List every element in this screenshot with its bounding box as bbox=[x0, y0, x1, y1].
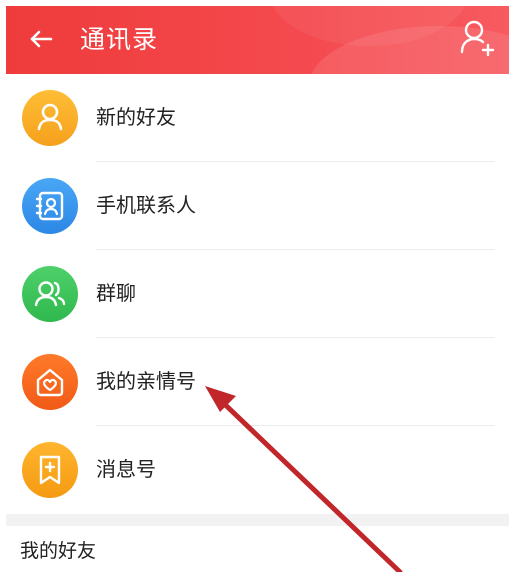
list-item-label: 消息号 bbox=[96, 457, 156, 481]
group-icon bbox=[34, 281, 66, 307]
phone-contacts-avatar bbox=[22, 178, 78, 234]
list-item-phone-contacts[interactable]: 手机联系人 bbox=[6, 162, 509, 250]
family-numbers-avatar bbox=[22, 354, 78, 410]
back-arrow-icon bbox=[30, 30, 53, 48]
contacts-screen: 通讯录 新的好友 手机联系人 群聊 我的亲情号 消息号 我的好友 bbox=[0, 0, 515, 572]
page-title: 通讯录 bbox=[80, 25, 159, 54]
list-item-new-friends[interactable]: 新的好友 bbox=[6, 74, 509, 162]
list-item-family-numbers[interactable]: 我的亲情号 bbox=[6, 338, 509, 426]
new-friends-avatar bbox=[22, 90, 78, 146]
back-button[interactable] bbox=[24, 22, 58, 56]
list-item-label: 我的亲情号 bbox=[96, 369, 196, 393]
list-item-message-accounts[interactable]: 消息号 bbox=[6, 426, 509, 514]
list-item-label: 新的好友 bbox=[96, 105, 176, 129]
add-friend-button[interactable] bbox=[459, 18, 495, 58]
bookmark-plus-icon bbox=[39, 455, 61, 485]
list-item-label: 手机联系人 bbox=[96, 193, 196, 217]
add-user-icon bbox=[460, 20, 495, 57]
message-accounts-avatar bbox=[22, 442, 78, 498]
list-item-group-chats[interactable]: 群聊 bbox=[6, 250, 509, 338]
family-heart-icon bbox=[36, 368, 64, 397]
group-chats-avatar bbox=[22, 266, 78, 322]
list-item-label: 群聊 bbox=[96, 281, 136, 305]
user-icon bbox=[37, 103, 63, 131]
contacts-menu-list: 新的好友 手机联系人 群聊 我的亲情号 消息号 bbox=[6, 74, 509, 514]
app-header: 通讯录 bbox=[6, 6, 509, 74]
contacts-book-icon bbox=[35, 191, 64, 221]
my-friends-section-title: 我的好友 bbox=[20, 540, 97, 562]
section-separator bbox=[6, 514, 509, 526]
